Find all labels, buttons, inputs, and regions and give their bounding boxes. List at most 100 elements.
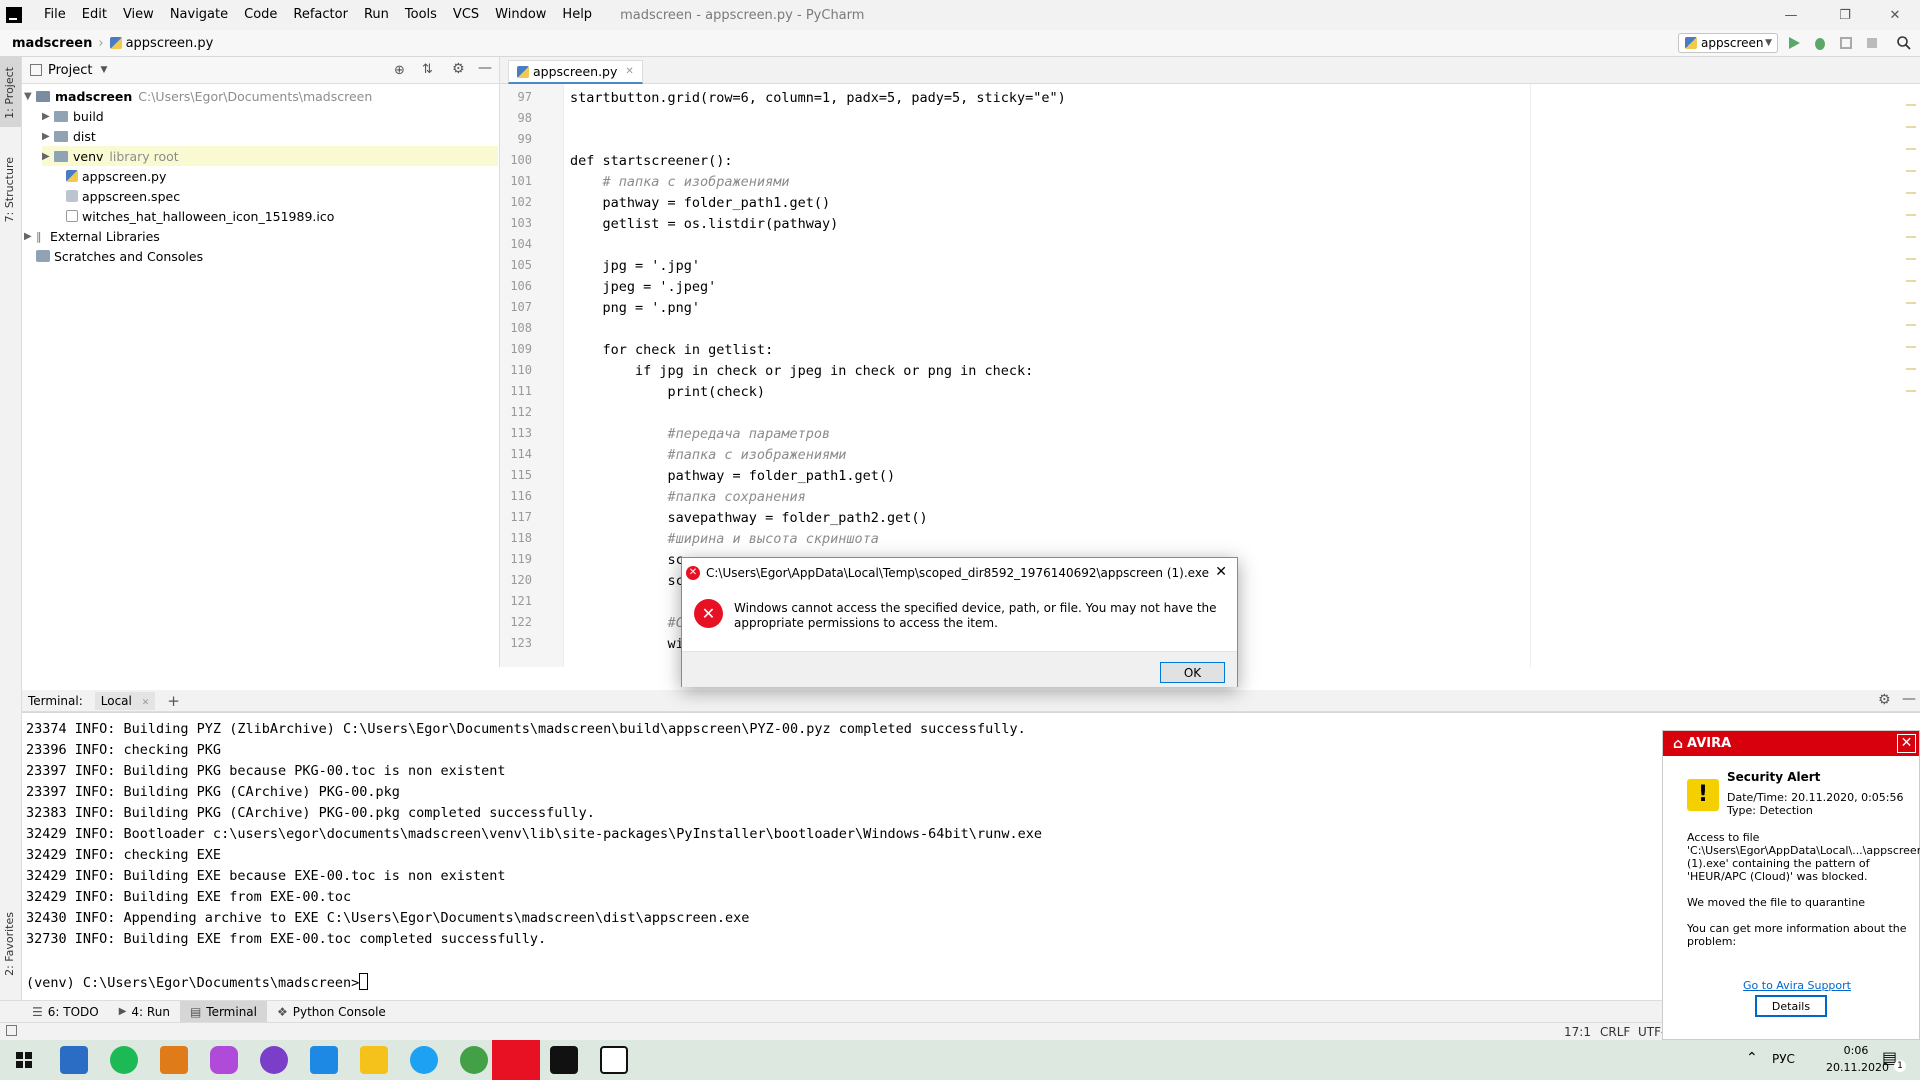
tree-item-root[interactable]: ▼ madscreen C:\Users\Egor\Documents\mads… xyxy=(24,86,372,106)
skype-icon[interactable] xyxy=(410,1046,438,1074)
minimize-icon[interactable]: — xyxy=(1768,0,1814,30)
stripe-mark[interactable] xyxy=(1906,192,1916,194)
windows-start-icon[interactable] xyxy=(10,1046,38,1074)
app-icon[interactable] xyxy=(260,1046,288,1074)
stripe-mark[interactable] xyxy=(1906,390,1916,392)
menu-vcs[interactable]: VCS xyxy=(445,0,487,30)
tab-run[interactable]: ▶ 4: Run xyxy=(109,1001,180,1023)
tree-item-dist[interactable]: ▶ dist xyxy=(42,126,96,146)
notification-app-icon[interactable] xyxy=(600,1046,628,1074)
app-icon[interactable] xyxy=(460,1046,488,1074)
tree-item-label: appscreen.py xyxy=(82,168,167,184)
spotify-icon[interactable] xyxy=(110,1046,138,1074)
menu-file[interactable]: File xyxy=(36,0,74,30)
gear-icon[interactable]: ⚙ xyxy=(1878,692,1891,708)
chevron-right-icon[interactable]: ▶ xyxy=(24,231,36,242)
clock-time[interactable]: 0:06 xyxy=(1826,1044,1886,1057)
debug-icon[interactable] xyxy=(1812,35,1828,51)
ok-button[interactable]: OK xyxy=(1160,662,1225,683)
line-ending[interactable]: CRLF xyxy=(1600,1025,1630,1039)
terminal-prompt[interactable]: (venv) C:\Users\Egor\Documents\madscreen… xyxy=(26,973,369,991)
menu-refactor[interactable]: Refactor xyxy=(285,0,356,30)
favorites-tool-button[interactable]: 2: Favorites xyxy=(3,912,16,976)
tree-item-build[interactable]: ▶ build xyxy=(42,106,104,126)
chevron-right-icon[interactable]: ▶ xyxy=(42,111,54,122)
tree-item-ico-file[interactable]: witches_hat_halloween_icon_151989.ico xyxy=(66,206,334,226)
tree-item-external-libraries[interactable]: ▶ ‖ External Libraries xyxy=(24,226,160,246)
clock-date[interactable]: 20.11.2020 xyxy=(1826,1061,1889,1074)
project-view-label[interactable]: Project xyxy=(48,63,92,78)
stripe-mark[interactable] xyxy=(1906,258,1916,260)
stripe-mark[interactable] xyxy=(1906,368,1916,370)
menu-window[interactable]: Window xyxy=(487,0,554,30)
opera-icon[interactable] xyxy=(492,1040,540,1080)
sublime-text-icon[interactable] xyxy=(160,1046,188,1074)
app-icon[interactable] xyxy=(210,1046,238,1074)
menu-code[interactable]: Code xyxy=(236,0,285,30)
hide-panel-icon[interactable]: — xyxy=(1902,691,1916,707)
stripe-mark[interactable] xyxy=(1906,236,1916,238)
left-tool-strip: 1: Project 7: Structure 2: Favorites xyxy=(0,57,22,1023)
tree-item-scratches[interactable]: Scratches and Consoles xyxy=(36,246,203,266)
coverage-icon[interactable] xyxy=(1838,35,1854,51)
tab-todo[interactable]: ☰ 6: TODO xyxy=(22,1001,109,1023)
run-icon[interactable] xyxy=(1786,35,1802,51)
add-terminal-icon[interactable]: + xyxy=(167,692,180,710)
close-icon[interactable]: ✕ xyxy=(1215,564,1227,580)
structure-tool-button[interactable]: 7: Structure xyxy=(3,157,16,222)
language-indicator[interactable]: РУС xyxy=(1772,1052,1795,1066)
chevron-right-icon[interactable]: ▶ xyxy=(42,151,54,162)
terminal-output[interactable]: 23374 INFO: Building PYZ (ZlibArchive) C… xyxy=(22,712,1920,1000)
stripe-mark[interactable] xyxy=(1906,214,1916,216)
stripe-mark[interactable] xyxy=(1906,104,1916,106)
chevron-down-icon[interactable]: ▼ xyxy=(100,65,107,75)
error-stripe[interactable] xyxy=(1900,84,1920,667)
chevron-up-icon[interactable]: ⌃ xyxy=(1746,1050,1758,1066)
tab-appscreen-py[interactable]: appscreen.py ✕ xyxy=(508,60,643,84)
maximize-icon[interactable]: ❐ xyxy=(1822,0,1868,30)
search-icon[interactable] xyxy=(1896,35,1912,51)
stripe-mark[interactable] xyxy=(1906,126,1916,128)
stripe-mark[interactable] xyxy=(1906,280,1916,282)
tab-terminal[interactable]: ▤ Terminal xyxy=(179,1000,267,1023)
terminal-tab-local[interactable]: Local ✕ xyxy=(94,691,156,710)
stripe-mark[interactable] xyxy=(1906,346,1916,348)
chevron-right-icon[interactable]: ▶ xyxy=(42,131,54,142)
menu-tools[interactable]: Tools xyxy=(397,0,445,30)
project-tool-button[interactable]: 1: Project xyxy=(3,67,16,119)
toggle-tool-windows-icon[interactable] xyxy=(6,1025,17,1036)
chevron-down-icon[interactable]: ▼ xyxy=(24,91,36,102)
hide-panel-icon[interactable]: — xyxy=(478,60,492,76)
menu-navigate[interactable]: Navigate xyxy=(162,0,236,30)
locate-icon[interactable]: ⊕ xyxy=(394,63,405,78)
tab-python-console[interactable]: ❖ Python Console xyxy=(267,1001,396,1023)
collapse-all-icon[interactable]: ⇅ xyxy=(422,62,433,77)
gear-icon[interactable]: ⚙ xyxy=(452,61,465,77)
menu-help[interactable]: Help xyxy=(554,0,600,30)
file-explorer-icon[interactable] xyxy=(360,1046,388,1074)
caret-position[interactable]: 17:1 xyxy=(1564,1025,1591,1039)
stripe-mark[interactable] xyxy=(1906,302,1916,304)
pycharm-icon[interactable] xyxy=(550,1046,578,1074)
tree-item-venv[interactable]: ▶ venv library root xyxy=(42,146,498,166)
menu-run[interactable]: Run xyxy=(356,0,397,30)
stop-icon[interactable] xyxy=(1864,35,1880,51)
close-tab-icon[interactable]: ✕ xyxy=(142,698,150,708)
tree-item-appscreen-py[interactable]: appscreen.py xyxy=(66,166,166,186)
menu-edit[interactable]: Edit xyxy=(74,0,115,30)
avira-support-link[interactable]: Go to Avira Support xyxy=(1743,979,1851,992)
tree-item-appscreen-spec[interactable]: appscreen.spec xyxy=(66,186,180,206)
menu-view[interactable]: View xyxy=(115,0,162,30)
details-button[interactable]: Details xyxy=(1755,995,1827,1017)
close-icon[interactable]: ✕ xyxy=(1897,734,1916,753)
close-tab-icon[interactable]: ✕ xyxy=(625,66,633,77)
vscode-icon[interactable] xyxy=(310,1046,338,1074)
calendar-app-icon[interactable] xyxy=(60,1046,88,1074)
run-configuration-select[interactable]: appscreen ▼ xyxy=(1678,33,1778,53)
stripe-mark[interactable] xyxy=(1906,170,1916,172)
breadcrumb-project[interactable]: madscreen xyxy=(12,36,92,51)
stripe-mark[interactable] xyxy=(1906,148,1916,150)
breadcrumb-file[interactable]: appscreen.py xyxy=(109,36,213,51)
stripe-mark[interactable] xyxy=(1906,324,1916,326)
close-icon[interactable]: ✕ xyxy=(1872,0,1918,30)
